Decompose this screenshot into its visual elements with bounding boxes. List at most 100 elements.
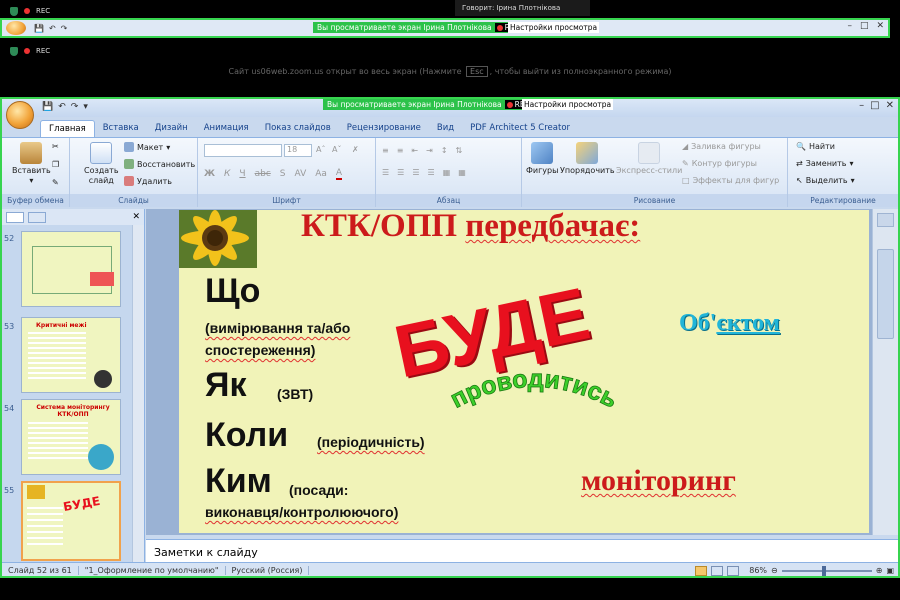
bold-icon[interactable]: Ж bbox=[204, 169, 215, 179]
zoom-out-icon[interactable]: ⊖ bbox=[771, 566, 778, 575]
shape-outline-button[interactable]: ✎ Контур фигуры bbox=[682, 159, 757, 168]
zoom-in-icon[interactable]: ⊕ bbox=[876, 566, 883, 575]
indent-inc-icon[interactable]: ⇥ bbox=[426, 146, 433, 155]
outline-tab[interactable] bbox=[28, 211, 46, 223]
share-banner: Вы просматриваете экран Ірина Плотнікова… bbox=[323, 99, 536, 110]
fullscreen-msg-before: Сайт us06web.zoom.us открыт во весь экра… bbox=[228, 67, 462, 76]
item-when: Коли bbox=[205, 416, 289, 454]
shadow-icon[interactable]: S bbox=[280, 169, 286, 179]
undo-icon[interactable]: ↶ bbox=[49, 24, 56, 33]
quick-styles-button[interactable]: Экспресс-стили bbox=[616, 142, 682, 176]
numbering-icon[interactable]: ≡ bbox=[397, 146, 404, 155]
zoom-slider[interactable] bbox=[781, 565, 872, 576]
tab-6[interactable]: Вид bbox=[429, 120, 462, 137]
select-button[interactable]: ↖ Выделить ▾ bbox=[796, 176, 855, 185]
fit-window-icon[interactable]: ▣ bbox=[886, 566, 894, 575]
copy-icon[interactable]: ❐ bbox=[52, 160, 59, 169]
italic-icon[interactable]: К bbox=[224, 169, 230, 179]
tab-0[interactable]: Главная bbox=[40, 120, 95, 137]
slide-thumbnail-53[interactable]: Критичні межі bbox=[21, 317, 121, 393]
slideshow-view-icon[interactable] bbox=[727, 565, 740, 576]
format-painter-icon[interactable]: ✎ bbox=[52, 178, 59, 187]
reset-button[interactable]: Восстановить bbox=[124, 159, 195, 169]
qat-dropdown-icon[interactable]: ▾ bbox=[83, 102, 88, 112]
smartart-icon[interactable]: ▦ bbox=[458, 168, 466, 177]
sorter-view-icon[interactable] bbox=[711, 565, 724, 576]
close-icon[interactable]: ✕ bbox=[886, 100, 894, 111]
align-center-icon[interactable]: ☰ bbox=[397, 168, 404, 177]
shape-effects-button[interactable]: □ Эффекты для фигур bbox=[682, 176, 779, 185]
case-icon[interactable]: Aa bbox=[315, 169, 327, 179]
share-settings-button[interactable]: Настройки просмотра bbox=[522, 99, 614, 110]
normal-view-icon[interactable] bbox=[695, 565, 708, 576]
pane-scrollbar[interactable] bbox=[132, 225, 144, 563]
bullets-icon[interactable]: ≡ bbox=[382, 146, 389, 155]
outline-label: Контур фигуры bbox=[691, 159, 757, 168]
tab-4[interactable]: Показ слайдов bbox=[257, 120, 339, 137]
align-right-icon[interactable]: ☰ bbox=[412, 168, 419, 177]
tab-5[interactable]: Рецензирование bbox=[339, 120, 429, 137]
tab-7[interactable]: PDF Architect 5 Creator bbox=[462, 120, 578, 137]
line-spacing-icon[interactable]: ↕ bbox=[441, 146, 448, 155]
paste-button[interactable]: Вставить ▾ bbox=[12, 142, 51, 186]
shrink-font-icon[interactable]: Aˇ bbox=[332, 145, 341, 154]
font-format-row: Ж К Чabc S AV Aa A bbox=[204, 168, 343, 180]
align-left-icon[interactable]: ☰ bbox=[382, 168, 389, 177]
close-pane-icon[interactable]: ✕ bbox=[132, 212, 140, 222]
scroll-thumb[interactable] bbox=[877, 249, 894, 339]
thumb-diagram bbox=[32, 246, 112, 294]
slide-thumbnail-52[interactable] bbox=[21, 231, 121, 307]
notes-pane[interactable]: Заметки к слайду bbox=[146, 539, 898, 563]
share-settings-button[interactable]: Настройки просмотра bbox=[508, 22, 600, 33]
cut-icon[interactable]: ✂ bbox=[52, 142, 59, 151]
layout-icon bbox=[124, 142, 134, 152]
layout-button[interactable]: Макет ▾ bbox=[124, 142, 170, 152]
slides-tab[interactable] bbox=[6, 211, 24, 223]
find-button[interactable]: 🔍 Найти bbox=[796, 142, 835, 151]
shape-fill-button[interactable]: ◢ Заливка фигуры bbox=[682, 142, 761, 151]
arrange-button[interactable]: Упорядочить bbox=[560, 142, 615, 176]
thumb-image bbox=[90, 272, 114, 286]
slide-thumbnail-55[interactable]: БУДЕ bbox=[21, 481, 121, 561]
slide-canvas[interactable]: КТК/ОПП передбачає: Що (вимірювання та/а… bbox=[179, 210, 869, 533]
tab-1[interactable]: Вставка bbox=[95, 120, 147, 137]
columns-icon[interactable]: ▦ bbox=[443, 168, 451, 177]
delete-slide-button[interactable]: Удалить bbox=[124, 176, 172, 186]
justify-icon[interactable]: ☰ bbox=[428, 168, 435, 177]
tab-3[interactable]: Анимация bbox=[196, 120, 257, 137]
maximize-icon[interactable]: □ bbox=[860, 21, 869, 31]
strike-icon[interactable]: abc bbox=[255, 169, 271, 179]
effects-icon: □ bbox=[682, 176, 690, 185]
slide-scrollbar[interactable] bbox=[872, 209, 898, 535]
new-slide-button[interactable]: Создать слайд bbox=[84, 142, 119, 186]
slide-thumbnail-54[interactable]: Система моніторингу КТК/ОПП bbox=[21, 399, 121, 475]
font-size-field[interactable]: 18 bbox=[284, 144, 312, 157]
save-icon[interactable]: 💾 bbox=[42, 102, 53, 112]
redo-icon[interactable]: ↷ bbox=[71, 102, 79, 112]
undo-icon[interactable]: ↶ bbox=[58, 102, 66, 112]
close-icon[interactable]: ✕ bbox=[876, 21, 884, 31]
tab-2[interactable]: Дизайн bbox=[147, 120, 196, 137]
shapes-button[interactable]: Фигуры bbox=[526, 142, 558, 176]
underline-icon[interactable]: Ч bbox=[239, 169, 245, 179]
replace-button[interactable]: ⇄ Заменить ▾ bbox=[796, 159, 854, 168]
quick-styles-icon bbox=[638, 142, 661, 164]
thumb-title: Критичні межі bbox=[36, 322, 87, 329]
minimize-icon[interactable]: – bbox=[859, 100, 864, 111]
office-button[interactable] bbox=[6, 101, 34, 129]
spacing-icon[interactable]: AV bbox=[295, 169, 307, 179]
office-icon[interactable] bbox=[6, 21, 26, 35]
slide-editor: КТК/ОПП передбачає: Що (вимірювання та/а… bbox=[146, 209, 872, 535]
font-color-icon[interactable]: A bbox=[335, 168, 343, 180]
maximize-icon[interactable]: □ bbox=[870, 100, 879, 111]
minimize-icon[interactable]: – bbox=[847, 21, 852, 31]
indent-dec-icon[interactable]: ⇤ bbox=[411, 146, 418, 155]
grow-font-icon[interactable]: Aˆ bbox=[316, 145, 325, 154]
scroll-up-icon[interactable] bbox=[877, 213, 894, 227]
redo-icon[interactable]: ↷ bbox=[61, 24, 68, 33]
font-name-field[interactable] bbox=[204, 144, 282, 157]
text-direction-icon[interactable]: ⇅ bbox=[456, 146, 463, 155]
clear-format-icon[interactable]: ✗ bbox=[352, 145, 359, 154]
save-icon[interactable]: 💾 bbox=[34, 24, 44, 33]
effects-label: Эффекты для фигур bbox=[692, 176, 780, 185]
